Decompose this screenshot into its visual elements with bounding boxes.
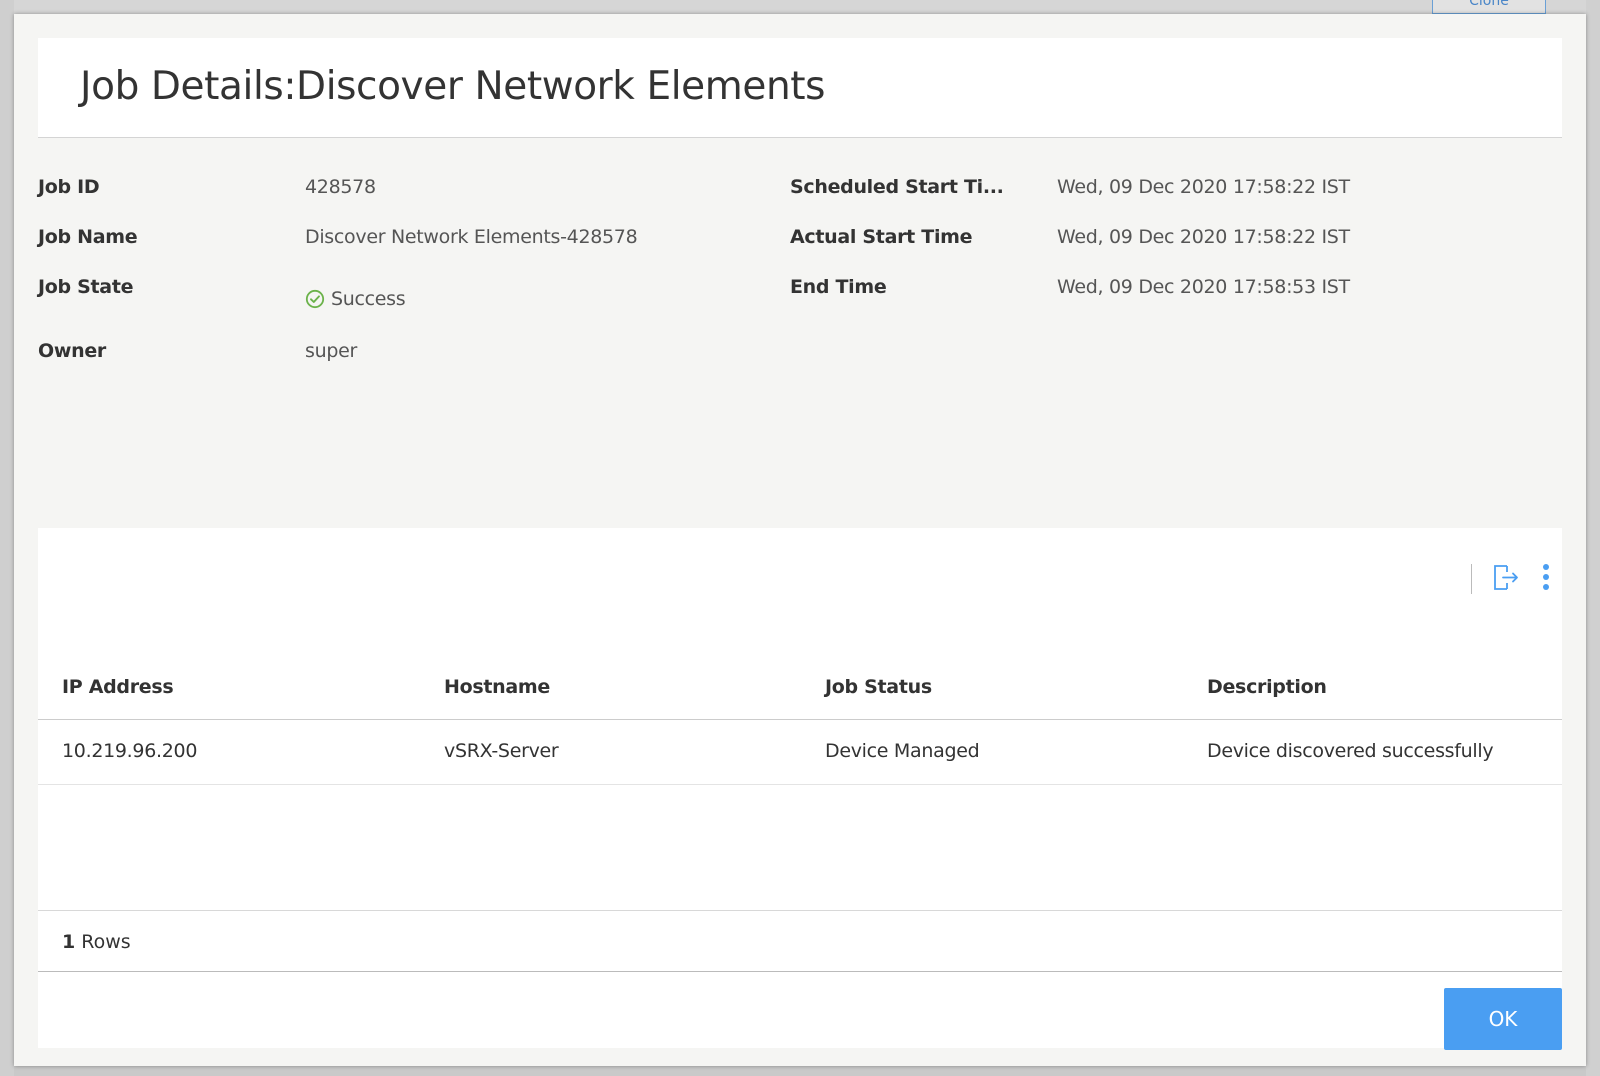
job-state-status: Success: [305, 288, 406, 310]
cell-description: Device discovered successfully: [1207, 740, 1494, 762]
more-vertical-icon[interactable]: [1539, 562, 1553, 594]
job-id-label: Job ID: [38, 176, 100, 198]
dialog-title: Job Details:Discover Network Elements: [80, 64, 826, 109]
actual-start-value: Wed, 09 Dec 2020 17:58:22 IST: [1057, 226, 1350, 248]
check-circle-icon: [305, 289, 325, 309]
table-footer: 1 Rows: [38, 910, 1562, 972]
row-count-number: 1: [62, 931, 76, 953]
column-header-job-status[interactable]: Job Status: [825, 676, 932, 698]
actual-start-label: Actual Start Time: [790, 226, 973, 248]
cell-job-status: Device Managed: [825, 740, 980, 762]
job-name-value: Discover Network Elements-428578: [305, 226, 638, 248]
scheduled-start-label: Scheduled Start Ti...: [790, 176, 1004, 198]
scheduled-start-value: Wed, 09 Dec 2020 17:58:22 IST: [1057, 176, 1350, 198]
cell-hostname: vSRX-Server: [444, 740, 559, 762]
end-time-label: End Time: [790, 276, 887, 298]
column-header-description[interactable]: Description: [1207, 676, 1327, 698]
background-left-edge: [0, 0, 14, 1076]
toolbar-divider: [1471, 564, 1472, 594]
job-id-value: 428578: [305, 176, 376, 198]
cell-ip-address: 10.219.96.200: [62, 740, 198, 762]
export-icon[interactable]: [1491, 562, 1521, 592]
owner-label: Owner: [38, 340, 106, 362]
job-state-label: Job State: [38, 276, 134, 298]
devices-grid: IP Address Hostname Job Status Descripti…: [38, 528, 1562, 1048]
job-state-value: Success: [331, 288, 406, 310]
column-header-hostname[interactable]: Hostname: [444, 676, 550, 698]
background-clone-button: Clone: [1432, 0, 1546, 14]
job-details-dialog: Job Details:Discover Network Elements Jo…: [14, 14, 1586, 1066]
table-row[interactable]: 10.219.96.200 vSRX-Server Device Managed…: [38, 720, 1562, 785]
job-name-label: Job Name: [38, 226, 138, 248]
end-time-value: Wed, 09 Dec 2020 17:58:53 IST: [1057, 276, 1350, 298]
background-header: [0, 0, 1600, 14]
dialog-header: Job Details:Discover Network Elements: [38, 38, 1562, 138]
column-header-ip-address[interactable]: IP Address: [62, 676, 174, 698]
row-count-label: Rows: [81, 931, 131, 953]
background-right-edge: [1586, 0, 1600, 1076]
owner-value: super: [305, 340, 358, 362]
table-header: IP Address Hostname Job Status Descripti…: [38, 662, 1562, 720]
row-count: 1 Rows: [62, 931, 131, 953]
ok-button[interactable]: OK: [1444, 988, 1562, 1050]
